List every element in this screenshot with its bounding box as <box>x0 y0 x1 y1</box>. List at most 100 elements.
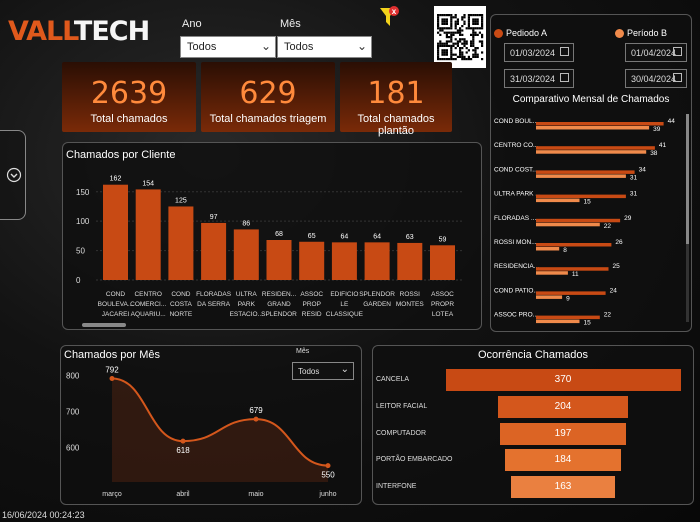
x-tick-label: ESTACIO... <box>230 311 264 318</box>
qr-module <box>445 20 448 23</box>
qr-module <box>474 22 477 25</box>
qr-module <box>476 55 479 58</box>
qr-module <box>441 49 444 52</box>
bar[interactable] <box>201 222 227 280</box>
x-tick-label: SPLENDOR <box>359 291 395 298</box>
legend-periodo-a[interactable]: Pediodo A <box>494 28 547 39</box>
bar-periodo-a[interactable] <box>536 267 609 271</box>
date-value: 30/04/2024 <box>631 74 677 84</box>
bar[interactable] <box>299 241 325 280</box>
qr-module <box>470 42 473 45</box>
periodo-b-end-date[interactable]: 30/04/2024 <box>625 69 687 88</box>
qr-module <box>443 51 446 54</box>
bar-periodo-b[interactable] <box>536 150 647 154</box>
data-point[interactable] <box>109 375 115 381</box>
x-tick-label: JACAREI <box>102 311 130 318</box>
qr-module <box>478 27 481 30</box>
x-tick-label: COND <box>106 291 125 298</box>
funnel-bar[interactable]: 184 <box>504 449 622 471</box>
qr-module <box>456 42 459 45</box>
funnel-bar[interactable]: 204 <box>498 396 628 418</box>
kpi-value: 2639 <box>90 76 168 111</box>
bar[interactable] <box>331 242 357 280</box>
legend-periodo-b[interactable]: Período B <box>615 28 667 39</box>
qr-module <box>454 14 457 17</box>
qr-module <box>476 18 479 21</box>
data-label: 68 <box>275 231 283 238</box>
qr-module <box>472 14 475 17</box>
data-point[interactable] <box>325 463 331 469</box>
funnel-bar[interactable]: 197 <box>500 423 626 445</box>
date-value: 01/04/2024 <box>631 48 677 58</box>
bar-periodo-a[interactable] <box>536 194 626 199</box>
bar-periodo-a[interactable] <box>536 243 612 247</box>
bar-periodo-a[interactable] <box>536 291 606 295</box>
row-label: ROSSI MON... <box>494 239 537 246</box>
bar-periodo-b[interactable] <box>536 222 600 227</box>
bar-periodo-b[interactable] <box>536 198 580 203</box>
bar-periodo-b[interactable] <box>536 247 560 251</box>
horizontal-scrollbar[interactable] <box>82 323 126 327</box>
qr-module <box>461 58 464 61</box>
side-panel-toggle[interactable] <box>0 130 26 220</box>
qr-module <box>472 18 475 21</box>
periodo-b-start-date[interactable]: 01/04/2024 <box>625 43 687 62</box>
scrollbar-thumb[interactable] <box>686 114 689 244</box>
x-tick-label: RESIDEN... <box>262 291 297 298</box>
bar-periodo-b[interactable] <box>536 271 568 275</box>
bar[interactable] <box>364 242 390 280</box>
data-point[interactable] <box>253 416 259 422</box>
ano-select[interactable]: Todos ⌄ <box>180 36 276 58</box>
qr-module <box>465 40 468 43</box>
qr-module <box>463 42 466 45</box>
bar[interactable] <box>103 184 128 280</box>
qr-module <box>474 53 477 56</box>
bar-periodo-a[interactable] <box>536 315 600 320</box>
funnel-bar[interactable]: 163 <box>511 476 615 498</box>
qr-module <box>481 14 484 17</box>
data-label-b: 22 <box>604 223 612 230</box>
calendar-icon <box>673 73 682 82</box>
qr-module <box>474 18 477 21</box>
bar-periodo-b[interactable] <box>536 319 580 324</box>
qr-module <box>478 14 481 17</box>
bar[interactable] <box>135 189 161 280</box>
bar[interactable] <box>397 242 423 280</box>
bar-periodo-b[interactable] <box>536 126 650 130</box>
funnel-bar[interactable]: 370 <box>445 369 681 391</box>
qr-module <box>437 18 440 21</box>
qr-module <box>452 44 455 47</box>
bar-periodo-a[interactable] <box>536 122 664 126</box>
bar-periodo-a[interactable] <box>536 146 655 150</box>
bar-periodo-b[interactable] <box>536 174 626 178</box>
comparativo-title: Comparativo Mensal de Chamados <box>512 94 670 105</box>
bar-periodo-a[interactable] <box>536 218 621 223</box>
bar-periodo-a[interactable] <box>536 170 635 174</box>
bar[interactable] <box>233 229 259 280</box>
mes-select[interactable]: Todos ⌄ <box>277 36 372 58</box>
qr-module <box>474 20 477 23</box>
qr-module <box>474 14 477 17</box>
data-label: 154 <box>142 180 154 187</box>
bar[interactable] <box>168 206 194 280</box>
data-label: 550 <box>321 471 335 480</box>
qr-module <box>439 27 442 30</box>
periodo-a-end-date[interactable]: 31/03/2024 <box>504 69 574 88</box>
x-tick-label: DA SERRA <box>197 301 231 308</box>
x-tick-label: GRAND <box>267 301 291 308</box>
data-point[interactable] <box>180 438 186 444</box>
clear-filter-icon[interactable]: x <box>378 4 400 30</box>
qr-module <box>439 14 442 17</box>
svg-text:x: x <box>392 7 397 16</box>
qr-module <box>481 25 484 28</box>
bar[interactable] <box>430 245 455 280</box>
timestamp: 16/06/2024 00:24:23 <box>2 510 85 520</box>
kpi-total-chamados: 2639 Total chamados <box>62 62 196 132</box>
qr-module <box>481 36 484 39</box>
qr-module <box>463 16 466 19</box>
bar[interactable] <box>266 240 292 280</box>
qr-module <box>481 42 484 45</box>
bar-periodo-b[interactable] <box>536 295 563 299</box>
qr-module <box>459 55 462 58</box>
periodo-a-start-date[interactable]: 01/03/2024 <box>504 43 574 62</box>
